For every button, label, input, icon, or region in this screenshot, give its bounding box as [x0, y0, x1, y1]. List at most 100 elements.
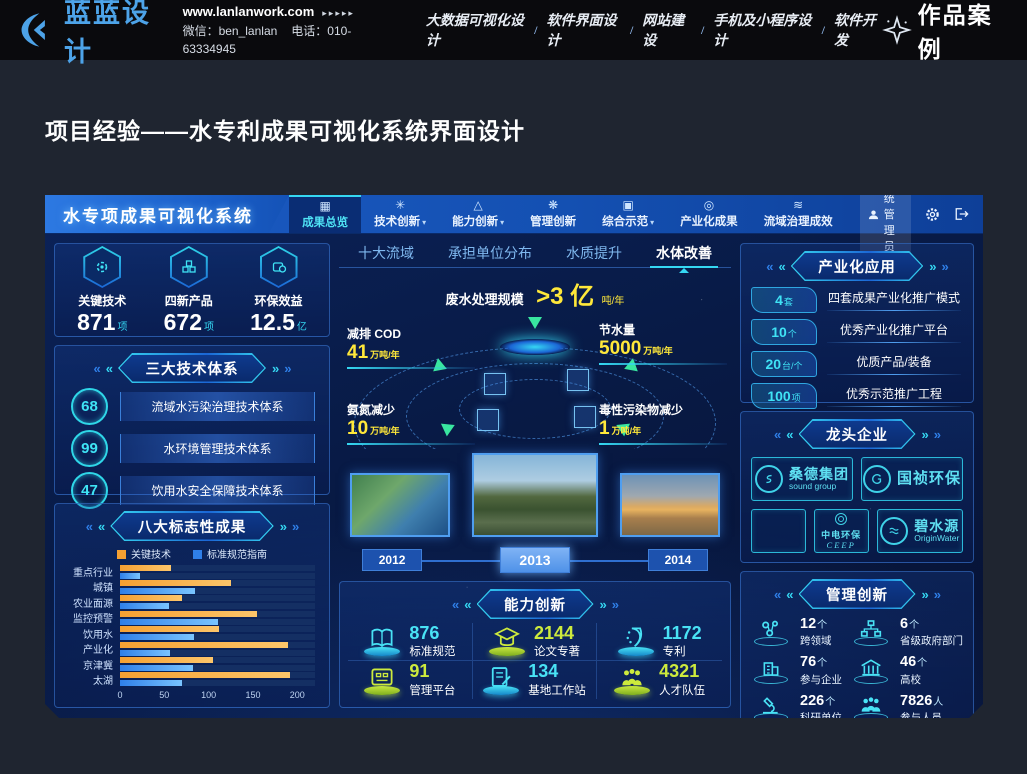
metric-unit: 万吨/年	[643, 346, 673, 356]
management-value: 7826	[900, 693, 932, 709]
logo-ceep: 中电环保 CEEP	[814, 509, 869, 553]
stat-key-tech: 关键技术 871项	[77, 246, 127, 334]
headline-metric: 废水处理规模 >3 亿 吨/年	[339, 276, 731, 311]
headline-value: >3 亿	[536, 283, 594, 310]
capability-label: 专利	[663, 643, 702, 659]
stat-label: 环保效益	[255, 292, 303, 309]
deco-chevrons: »	[272, 361, 278, 376]
ceep-logo-icon	[834, 512, 848, 526]
stat-value: 672	[164, 309, 202, 335]
management-value: 6	[900, 616, 908, 632]
capability-item-platforms: 91管理平台	[348, 661, 473, 699]
bar	[120, 595, 182, 601]
metric-value: 41	[347, 342, 368, 363]
management-value: 12	[800, 616, 816, 632]
headline-unit: 吨/年	[602, 296, 625, 307]
nav-tab-comprehensive-demo[interactable]: ▣ 综合示范▾	[589, 195, 667, 233]
dashboard-header: 水专项成果可视化系统 ▦ 成果总览 ✳ 技术创新▾ △ 能力创新▾ ❋ 管理创新…	[45, 195, 983, 234]
stat-value: 12.5	[250, 309, 295, 335]
bar-category-label: 饮用水	[61, 626, 113, 641]
deco-chevrons: «	[774, 587, 780, 602]
wechat-text: 微信：ben_lanlan	[183, 24, 278, 38]
tech-system-count: 68	[71, 388, 108, 425]
nav-tab-tech-innovation[interactable]: ✳ 技术创新▾	[361, 195, 439, 233]
bar-chart: 重点行业城镇农业面源监控预警饮用水产业化京津冀太湖	[55, 564, 329, 687]
industrial-value: 4	[775, 292, 783, 308]
bar-category-label: 重点行业	[61, 564, 113, 579]
photo-2012[interactable]	[350, 473, 450, 537]
bar-row: 太湖	[61, 672, 315, 687]
brand-logo[interactable]: 蓝蓝设计	[16, 0, 165, 69]
nav-tab-overview[interactable]: ▦ 成果总览	[289, 195, 361, 233]
nav-tab-label: 管理创新	[530, 213, 576, 229]
industrial-unit: 项	[792, 393, 801, 403]
achievements-chart-panel: «« 八大标志性成果 »» 关键技术 标准规范指南 重点行业城镇农业面源监控预警…	[54, 503, 330, 708]
year-button-2014[interactable]: 2014	[648, 549, 709, 571]
org-chart-icon	[859, 619, 883, 639]
metric-label: 毒性污染物减少	[599, 401, 727, 418]
patent-ribbon-icon	[623, 627, 649, 649]
management-item-participants: 7826人参与人员	[851, 690, 963, 728]
bar-track	[120, 634, 315, 640]
cases-link[interactable]: 作品案例	[884, 0, 1005, 64]
flow-arrow-icon	[528, 317, 542, 336]
menu-item-website[interactable]: 网站建设	[642, 10, 692, 50]
deco-chevrons: »	[934, 427, 940, 442]
management-item-enterprises: 76个参与企业	[751, 651, 851, 689]
photo-2014[interactable]	[620, 473, 720, 537]
cube-node	[484, 373, 506, 395]
benefit-bag-icon	[270, 258, 288, 276]
menu-item-dev[interactable]: 软件开发	[834, 10, 884, 50]
chevron-down-icon: ▾	[500, 218, 504, 227]
bar-track	[120, 573, 315, 579]
tab-unit-distribution[interactable]: 承担单位分布	[448, 243, 532, 263]
gear-icon[interactable]	[925, 207, 940, 222]
cases-label: 作品案例	[918, 0, 1005, 64]
metric-water-saving: 节水量 5000万吨/年	[599, 321, 727, 365]
bar	[120, 634, 194, 640]
tab-ten-basins[interactable]: 十大流域	[358, 243, 414, 263]
metric-label: 氨氮减少	[347, 401, 475, 418]
management-value: 46	[900, 654, 916, 670]
year-button-2013[interactable]: 2013	[500, 547, 569, 573]
capability-label: 管理平台	[409, 682, 455, 698]
year-button-2012[interactable]: 2012	[362, 549, 423, 571]
tab-water-improvement[interactable]: 水体改善	[656, 243, 712, 263]
award-icon: ◎	[704, 199, 714, 211]
graduation-cap-icon	[494, 627, 520, 649]
bar-track	[120, 603, 315, 609]
nav-tab-capability-innovation[interactable]: △ 能力创新▾	[439, 195, 517, 233]
bar-row: 饮用水	[61, 626, 315, 641]
building-icon	[759, 657, 783, 677]
menu-item-software-ui[interactable]: 软件界面设计	[546, 10, 620, 50]
center-column: 十大流域 承担单位分布 水质提升 水体改善 废水处理规模 >3 亿 吨/年	[339, 243, 731, 708]
logout-icon[interactable]	[954, 207, 969, 221]
page-title: 项目经验——水专利成果可视化系统界面设计	[45, 112, 525, 146]
management-label: 参与企业	[800, 672, 842, 687]
nav-tab-industrial-results[interactable]: ◎ 产业化成果	[667, 195, 751, 233]
bar-track	[120, 595, 315, 601]
nav-tab-basin-governance[interactable]: ≋ 流域治理成效	[751, 195, 846, 233]
logo-sub: CEEP	[821, 541, 861, 550]
menu-item-bigdata[interactable]: 大数据可视化设计	[426, 10, 525, 50]
management-unit: 个	[917, 658, 927, 669]
legend-swatch-orange	[117, 550, 126, 559]
logo-name: 国祯环保	[897, 471, 961, 487]
bar	[120, 642, 288, 648]
year-timeline: 2012 2013 2014	[339, 547, 731, 573]
molecule-icon: ✳	[395, 199, 405, 211]
photo-2013[interactable]	[472, 453, 598, 537]
capability-value: 91	[409, 662, 455, 682]
headline-label: 废水处理规模	[446, 292, 524, 307]
nav-tab-management-innovation[interactable]: ❋ 管理创新	[517, 195, 589, 233]
bar	[120, 588, 195, 594]
bar	[120, 626, 219, 632]
industrial-value: 20	[765, 356, 781, 372]
dashboard-nav: ▦ 成果总览 ✳ 技术创新▾ △ 能力创新▾ ❋ 管理创新 ▣ 综合示范▾ ◎ …	[289, 195, 846, 233]
legend-label: 标准规范指南	[207, 550, 267, 561]
management-item-crossfield: 12个跨领域	[751, 613, 851, 651]
bar-track	[120, 665, 315, 671]
tab-water-quality[interactable]: 水质提升	[566, 243, 622, 263]
menu-item-mobile[interactable]: 手机及小程序设计	[713, 10, 812, 50]
management-panel: «« 管理创新 »» 12个跨领域 6个省级政府部门 76个参与	[740, 571, 974, 737]
